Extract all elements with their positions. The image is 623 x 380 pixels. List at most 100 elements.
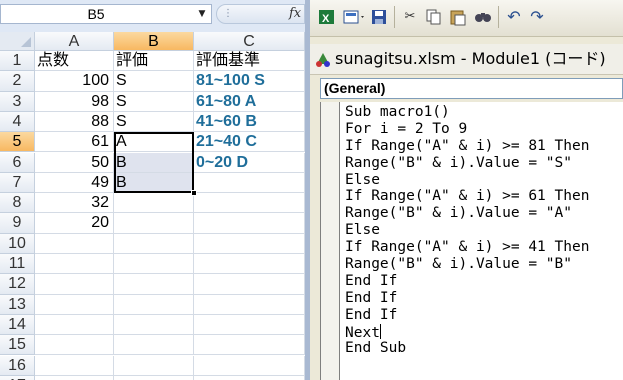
code-line[interactable]: End If (345, 307, 589, 324)
cell-a8[interactable]: 32 (35, 193, 114, 214)
cell-b1[interactable]: 評価 (114, 51, 194, 72)
row-header-12[interactable]: 12 (0, 274, 35, 295)
code-line[interactable]: Else (345, 172, 589, 189)
code-line[interactable]: Range("B" & i).Value = "S" (345, 155, 589, 172)
code-line[interactable]: End Sub (345, 340, 589, 357)
cell-b14[interactable] (114, 314, 194, 336)
cell-a10[interactable] (35, 233, 114, 254)
cell-a14[interactable] (35, 314, 114, 336)
cell-c15[interactable] (194, 335, 305, 356)
code-line[interactable]: End If (345, 273, 589, 290)
cell-b16[interactable] (114, 355, 194, 376)
insert-module-icon[interactable] (343, 8, 367, 26)
cell-b6[interactable]: B (114, 152, 194, 173)
cell-b4[interactable]: S (114, 111, 194, 133)
row-header-7[interactable]: 7 (0, 172, 35, 194)
paste-icon[interactable] (449, 8, 467, 26)
code-line-text[interactable]: End Sub (345, 340, 406, 356)
code-line-text[interactable]: End If (345, 290, 397, 306)
cell-c14[interactable] (194, 314, 305, 336)
code-text[interactable]: Sub macro1() For i = 2 To 9 If Range("A" &… (345, 104, 589, 357)
object-combo-value[interactable]: (General) (324, 79, 385, 98)
row-header-4[interactable]: 4 (0, 111, 35, 133)
cell-a4[interactable]: 88 (35, 111, 114, 133)
cell-c6[interactable]: 0~20 D (194, 152, 305, 173)
cell-c4[interactable]: 41~60 B (194, 111, 305, 133)
cell-c13[interactable] (194, 294, 305, 315)
undo-icon[interactable]: ↶ (505, 8, 523, 26)
cell-b7[interactable]: B (114, 172, 194, 194)
cell-a5[interactable]: 61 (35, 132, 114, 153)
code-line[interactable]: End If (345, 290, 589, 307)
cell-a7[interactable]: 49 (35, 172, 114, 194)
row-header-8[interactable]: 8 (0, 193, 35, 214)
cell-c2[interactable]: 81~100 S (194, 71, 305, 92)
code-editor[interactable]: Sub macro1() For i = 2 To 9 If Range("A" &… (320, 102, 623, 380)
cell-c9[interactable] (194, 213, 305, 234)
row-header-2[interactable]: 2 (0, 71, 35, 92)
cell-a15[interactable] (35, 335, 114, 356)
select-all-button[interactable] (0, 32, 35, 51)
cell-b3[interactable]: S (114, 91, 194, 112)
save-icon[interactable] (370, 8, 388, 26)
object-combo[interactable]: (General) (320, 78, 623, 99)
cell-a1[interactable]: 点数 (35, 51, 114, 72)
cell-c10[interactable] (194, 233, 305, 254)
row-header-3[interactable]: 3 (0, 91, 35, 112)
row-header-11[interactable]: 11 (0, 254, 35, 275)
code-line-text[interactable]: For i = 2 To 9 (345, 121, 467, 137)
find-icon[interactable] (474, 8, 492, 26)
cell-b17[interactable] (114, 375, 194, 380)
cell-c16[interactable] (194, 355, 305, 376)
cell-a13[interactable] (35, 294, 114, 315)
expand-handle-icon[interactable]: ⋮ (223, 5, 233, 23)
row-header-10[interactable]: 10 (0, 233, 35, 254)
row-header-16[interactable]: 16 (0, 355, 35, 376)
code-margin[interactable] (321, 102, 340, 380)
cell-a16[interactable] (35, 355, 114, 376)
cell-b13[interactable] (114, 294, 194, 315)
code-line[interactable]: Range("B" & i).Value = "B" (345, 256, 589, 273)
code-line-text[interactable]: Else (345, 222, 380, 238)
fill-handle[interactable] (191, 190, 197, 197)
cell-a2[interactable]: 100 (35, 71, 114, 92)
row-header-13[interactable]: 13 (0, 294, 35, 315)
code-line-text[interactable]: If Range("A" & i) >= 81 Then (345, 138, 589, 154)
row-header-6[interactable]: 6 (0, 152, 35, 173)
cell-c5[interactable]: 21~40 C (194, 132, 305, 153)
cell-c11[interactable] (194, 254, 305, 275)
code-line-text[interactable]: Range("B" & i).Value = "B" (345, 256, 572, 272)
cell-a11[interactable] (35, 254, 114, 275)
code-line[interactable]: Else (345, 222, 589, 239)
row-header-5[interactable]: 5 (0, 132, 35, 153)
row-header-9[interactable]: 9 (0, 213, 35, 234)
code-line-text[interactable]: End If (345, 273, 397, 289)
column-header-b[interactable]: B (114, 32, 194, 51)
cell-b10[interactable] (114, 233, 194, 254)
cell-b11[interactable] (114, 254, 194, 275)
cell-a17[interactable] (35, 375, 114, 380)
cell-a12[interactable] (35, 274, 114, 295)
cell-a9[interactable]: 20 (35, 213, 114, 234)
column-header-c[interactable]: C (194, 32, 305, 51)
code-line-text[interactable]: Next (345, 325, 380, 341)
cell-a3[interactable]: 98 (35, 91, 114, 112)
code-line[interactable]: Sub macro1() (345, 104, 589, 121)
insert-function-icon[interactable]: fx (289, 5, 301, 23)
cell-b2[interactable]: S (114, 71, 194, 92)
code-line-text[interactable]: Range("B" & i).Value = "S" (345, 155, 572, 171)
copy-icon[interactable] (425, 8, 443, 26)
cell-b15[interactable] (114, 335, 194, 356)
excel-view-icon[interactable]: X (318, 8, 336, 26)
chevron-down-icon[interactable]: ▼ (195, 5, 209, 23)
cell-c1[interactable]: 評価基準 (194, 51, 305, 72)
code-line[interactable]: If Range("A" & i) >= 81 Then (345, 138, 589, 155)
code-line-text[interactable]: End If (345, 307, 397, 323)
redo-icon[interactable]: ↷ (528, 8, 546, 26)
code-line-text[interactable]: If Range("A" & i) >= 41 Then (345, 239, 589, 255)
cell-c12[interactable] (194, 274, 305, 295)
code-line[interactable]: For i = 2 To 9 (345, 121, 589, 138)
cell-c7[interactable] (194, 172, 305, 194)
row-header-14[interactable]: 14 (0, 314, 35, 336)
code-line-text[interactable]: Sub macro1() (345, 104, 450, 120)
